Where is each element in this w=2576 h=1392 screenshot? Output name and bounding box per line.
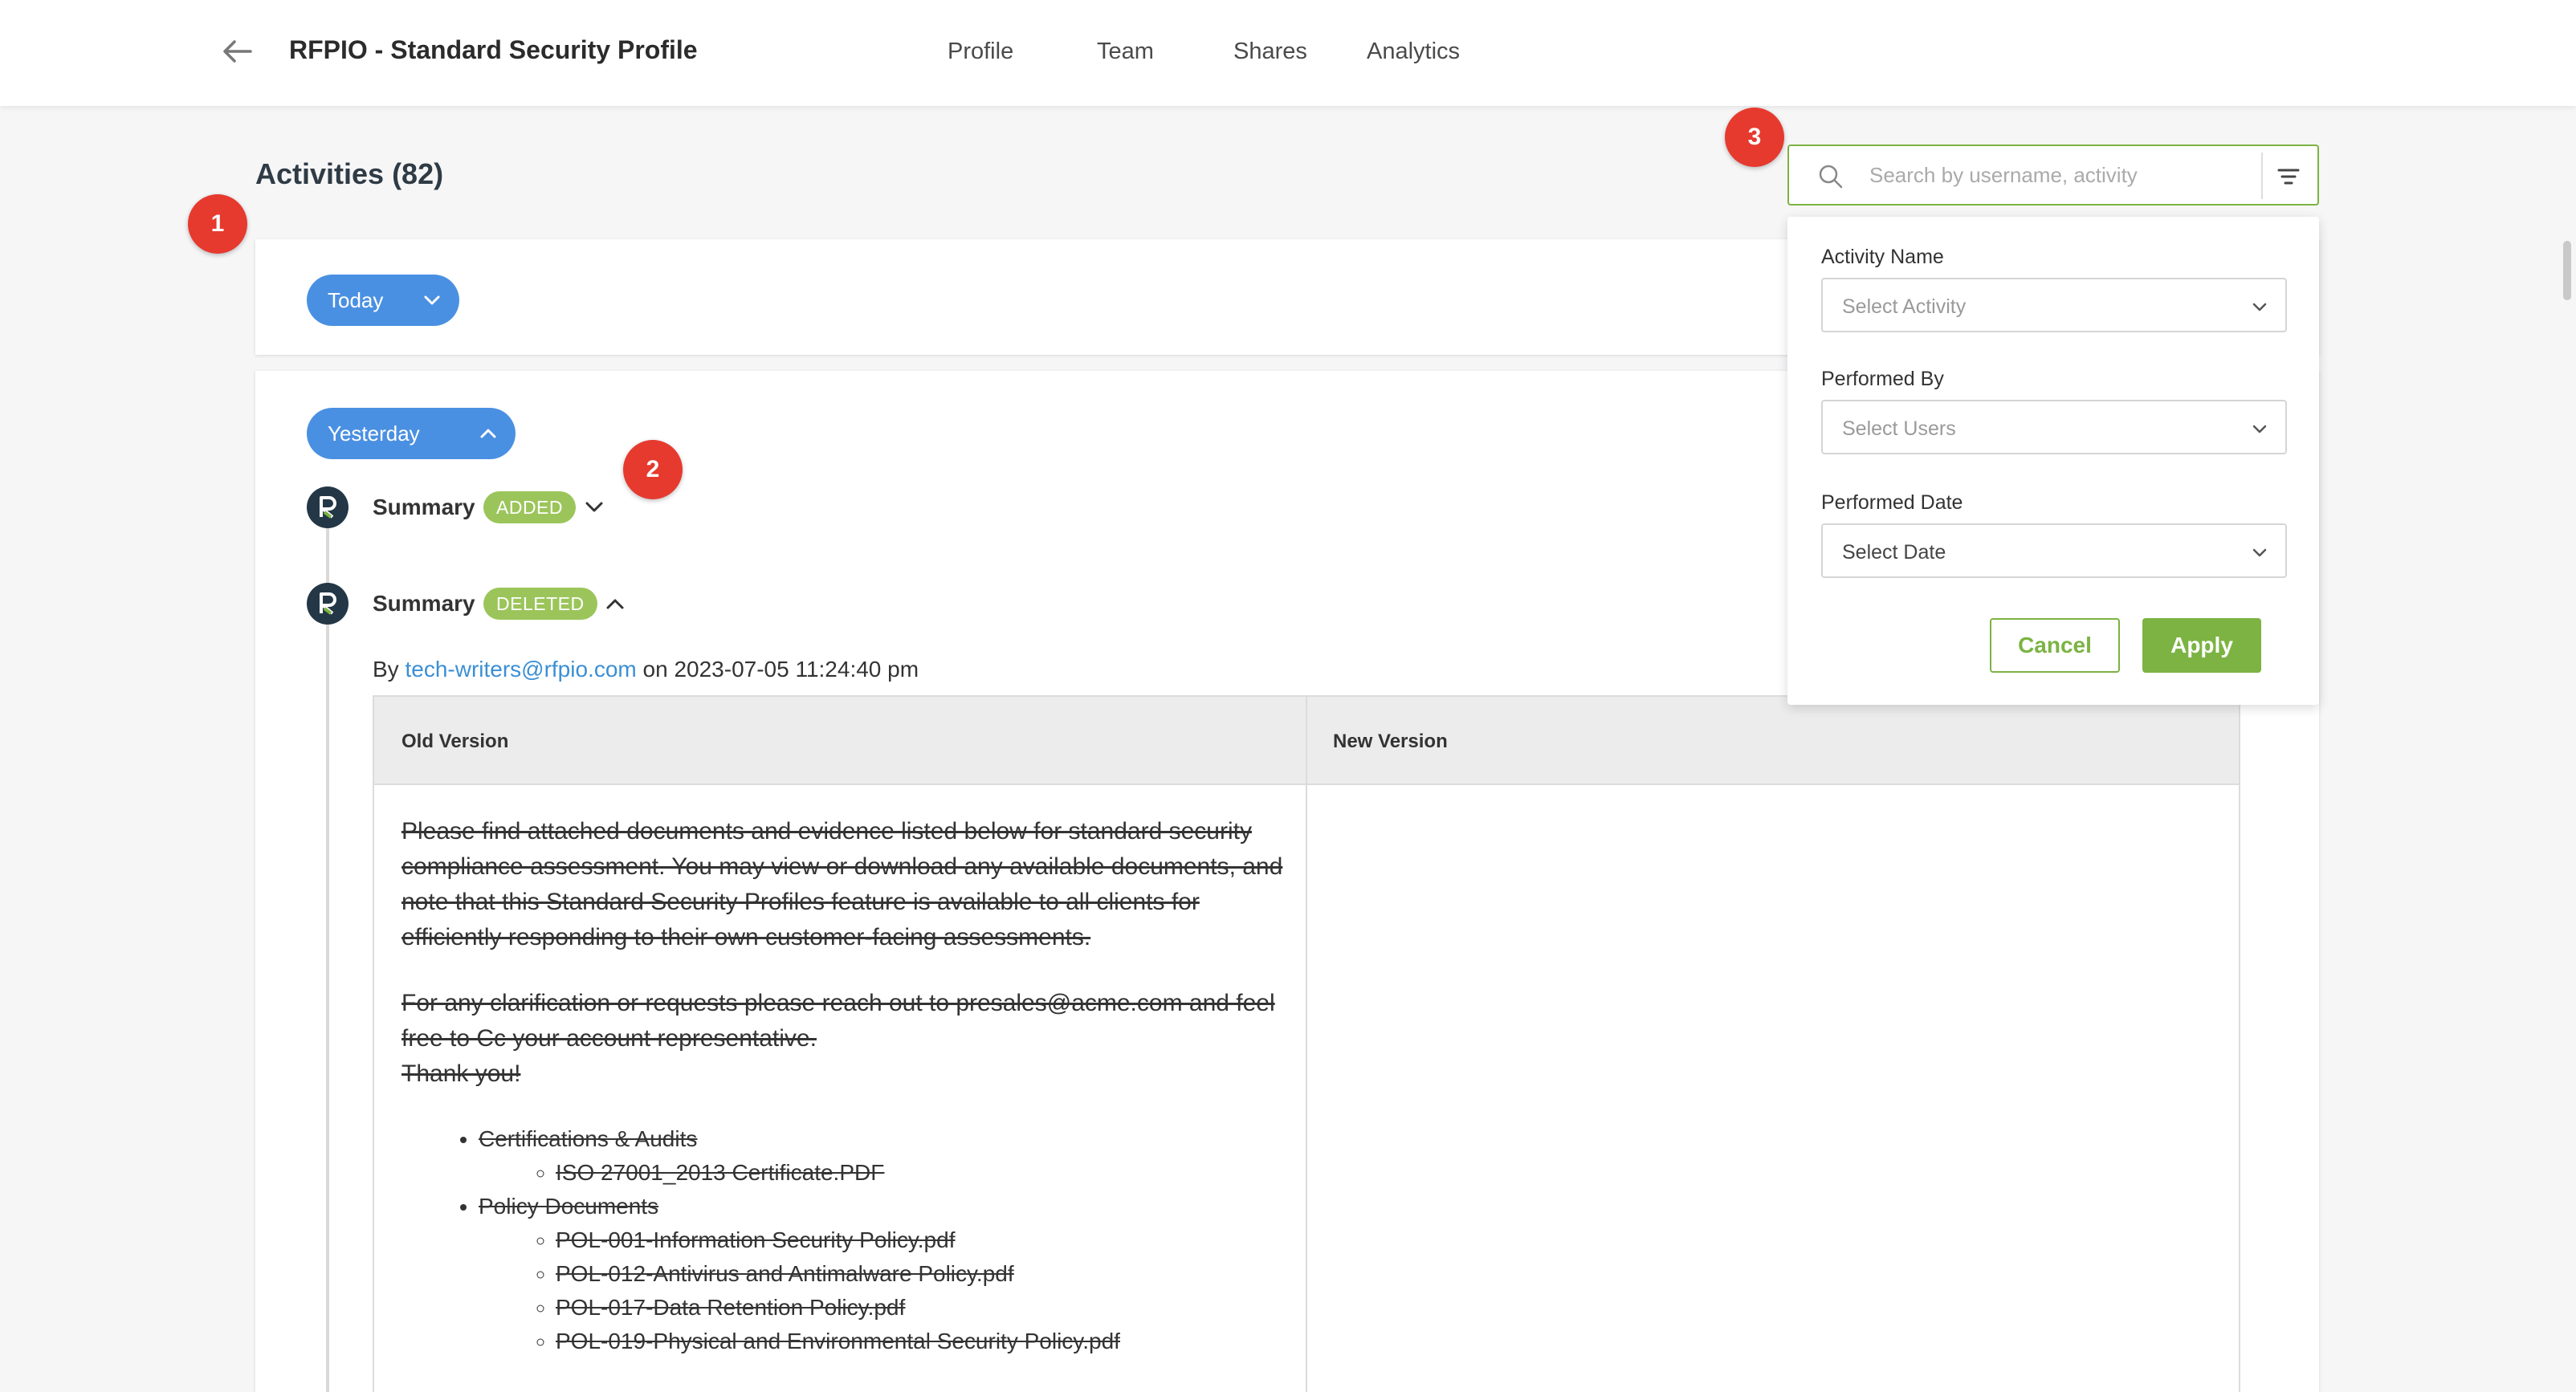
old-version-header: Old Version <box>401 731 509 752</box>
yesterday-label: Yesterday <box>328 421 420 446</box>
today-toggle[interactable]: Today <box>307 275 459 326</box>
old-paragraph: For any clarification or requests please… <box>401 990 1275 1052</box>
old-paragraph: Thank you! <box>401 1060 521 1087</box>
by-prefix: By <box>373 657 399 682</box>
annotation-marker-1: 1 <box>188 194 247 254</box>
entry-label: Summary <box>373 495 475 519</box>
timeline-line <box>326 512 329 1392</box>
performed-date-select-value: Select Date <box>1842 541 1946 564</box>
activity-name-label: Activity Name <box>1821 246 1944 268</box>
status-badge: ADDED <box>483 491 577 523</box>
list-item: POL-017-Data Retention Policy.pdf <box>556 1291 1285 1325</box>
performed-date-select[interactable]: Select Date <box>1821 523 2287 578</box>
search-input[interactable] <box>1869 157 2247 193</box>
annotation-marker-3: 3 <box>1725 108 1784 167</box>
list-item: ISO 27001_2013 Certificate.PDF <box>556 1156 1285 1190</box>
performed-by-label: Performed By <box>1821 368 1944 390</box>
list-item: POL-001-Information Security Policy.pdf <box>556 1223 1285 1257</box>
scrollbar-thumb[interactable] <box>2563 241 2571 300</box>
chevron-down-icon <box>2248 295 2271 318</box>
user-avatar <box>307 583 348 625</box>
list-category: Policy Documents <box>479 1194 659 1219</box>
activity-select[interactable]: Select Activity <box>1821 278 2287 332</box>
tab-shares[interactable]: Shares <box>1233 39 1307 65</box>
list-item: Certifications & Audits ISO 27001_2013 C… <box>479 1122 1285 1190</box>
annotation-marker-2: 2 <box>623 440 683 499</box>
tab-profile[interactable]: Profile <box>948 39 1013 65</box>
back-arrow-icon[interactable] <box>220 34 255 69</box>
activity-search-box <box>1787 144 2319 206</box>
chevron-up-icon <box>475 421 501 446</box>
search-icon <box>1816 162 1845 191</box>
chevron-down-icon <box>2248 417 2271 440</box>
page-title: RFPIO - Standard Security Profile <box>289 35 698 64</box>
version-diff-table: Old Version New Version Please find atta… <box>373 695 2240 1392</box>
performed-by-select[interactable]: Select Users <box>1821 400 2287 454</box>
list-item: Policy Documents POL-001-Information Sec… <box>479 1190 1285 1358</box>
top-bar: RFPIO - Standard Security Profile Profil… <box>0 0 2576 106</box>
chevron-up-icon[interactable] <box>602 591 628 617</box>
old-version-content: Please find attached documents and evide… <box>401 814 1285 1358</box>
status-badge: DELETED <box>483 588 597 620</box>
chevron-down-icon[interactable] <box>581 495 607 520</box>
performed-by-select-value: Select Users <box>1842 417 1956 440</box>
old-paragraph: Please find attached documents and evide… <box>401 818 1283 950</box>
document-list: Certifications & Audits ISO 27001_2013 C… <box>401 1122 1285 1358</box>
activity-select-value: Select Activity <box>1842 295 1967 318</box>
chevron-down-icon <box>2248 541 2271 564</box>
user-avatar <box>307 486 348 528</box>
tab-analytics[interactable]: Analytics <box>1367 39 1460 65</box>
cancel-button[interactable]: Cancel <box>1990 618 2120 673</box>
list-item: POL-012-Antivirus and Antimalware Policy… <box>556 1257 1285 1291</box>
filter-icon[interactable] <box>2272 161 2305 193</box>
today-label: Today <box>328 287 384 312</box>
new-version-header: New Version <box>1333 731 1448 752</box>
entry-label: Summary <box>373 591 475 616</box>
tab-team[interactable]: Team <box>1097 39 1154 65</box>
column-divider <box>1306 697 1307 1392</box>
on-prefix: on <box>642 657 668 682</box>
user-email-link[interactable]: tech-writers@rfpio.com <box>405 657 636 682</box>
activity-byline: By tech-writers@rfpio.com on 2023-07-05 … <box>373 657 919 682</box>
rfpio-logo-icon <box>320 496 336 519</box>
rfpio-logo-icon <box>320 592 336 615</box>
activities-title: Activities (82) <box>255 157 444 190</box>
search-separator <box>2261 153 2263 199</box>
activity-timestamp: 2023-07-05 11:24:40 pm <box>674 657 919 682</box>
filter-panel: Activity Name Select Activity Performed … <box>1787 217 2319 705</box>
apply-button[interactable]: Apply <box>2142 618 2261 673</box>
performed-date-label: Performed Date <box>1821 491 1963 514</box>
chevron-down-icon <box>419 287 445 313</box>
list-category: Certifications & Audits <box>479 1126 698 1151</box>
list-item: POL-019-Physical and Environmental Secur… <box>556 1325 1285 1358</box>
yesterday-toggle[interactable]: Yesterday <box>307 408 516 459</box>
